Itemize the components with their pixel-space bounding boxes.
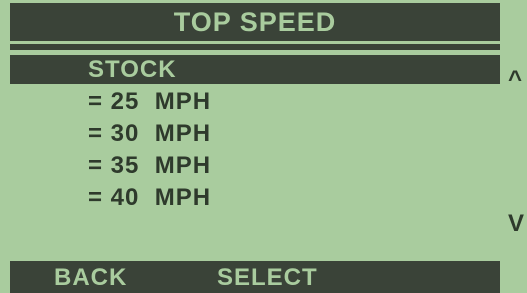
title-divider	[10, 44, 500, 50]
menu-item-30-mph[interactable]: = 30 MPH	[88, 118, 211, 150]
menu-item-label: STOCK	[88, 56, 177, 83]
menu-item-35-mph[interactable]: = 35 MPH	[88, 150, 211, 182]
lcd-screen: TOP SPEED STOCK = 25 MPH = 30 MPH = 35 M…	[0, 0, 527, 293]
scroll-up-icon[interactable]: ^	[508, 66, 522, 94]
menu-item-25-mph[interactable]: = 25 MPH	[88, 86, 211, 118]
menu-item-40-mph[interactable]: = 40 MPH	[88, 182, 211, 214]
softkey-bar: BACK SELECT	[10, 261, 500, 293]
menu-item-selected[interactable]: STOCK	[10, 55, 500, 84]
scroll-down-icon[interactable]: V	[508, 210, 524, 238]
speed-option-list: = 25 MPH = 30 MPH = 35 MPH = 40 MPH	[88, 86, 211, 214]
select-button[interactable]: SELECT	[217, 261, 318, 293]
screen-title: TOP SPEED	[10, 3, 500, 41]
back-button[interactable]: BACK	[54, 261, 127, 293]
